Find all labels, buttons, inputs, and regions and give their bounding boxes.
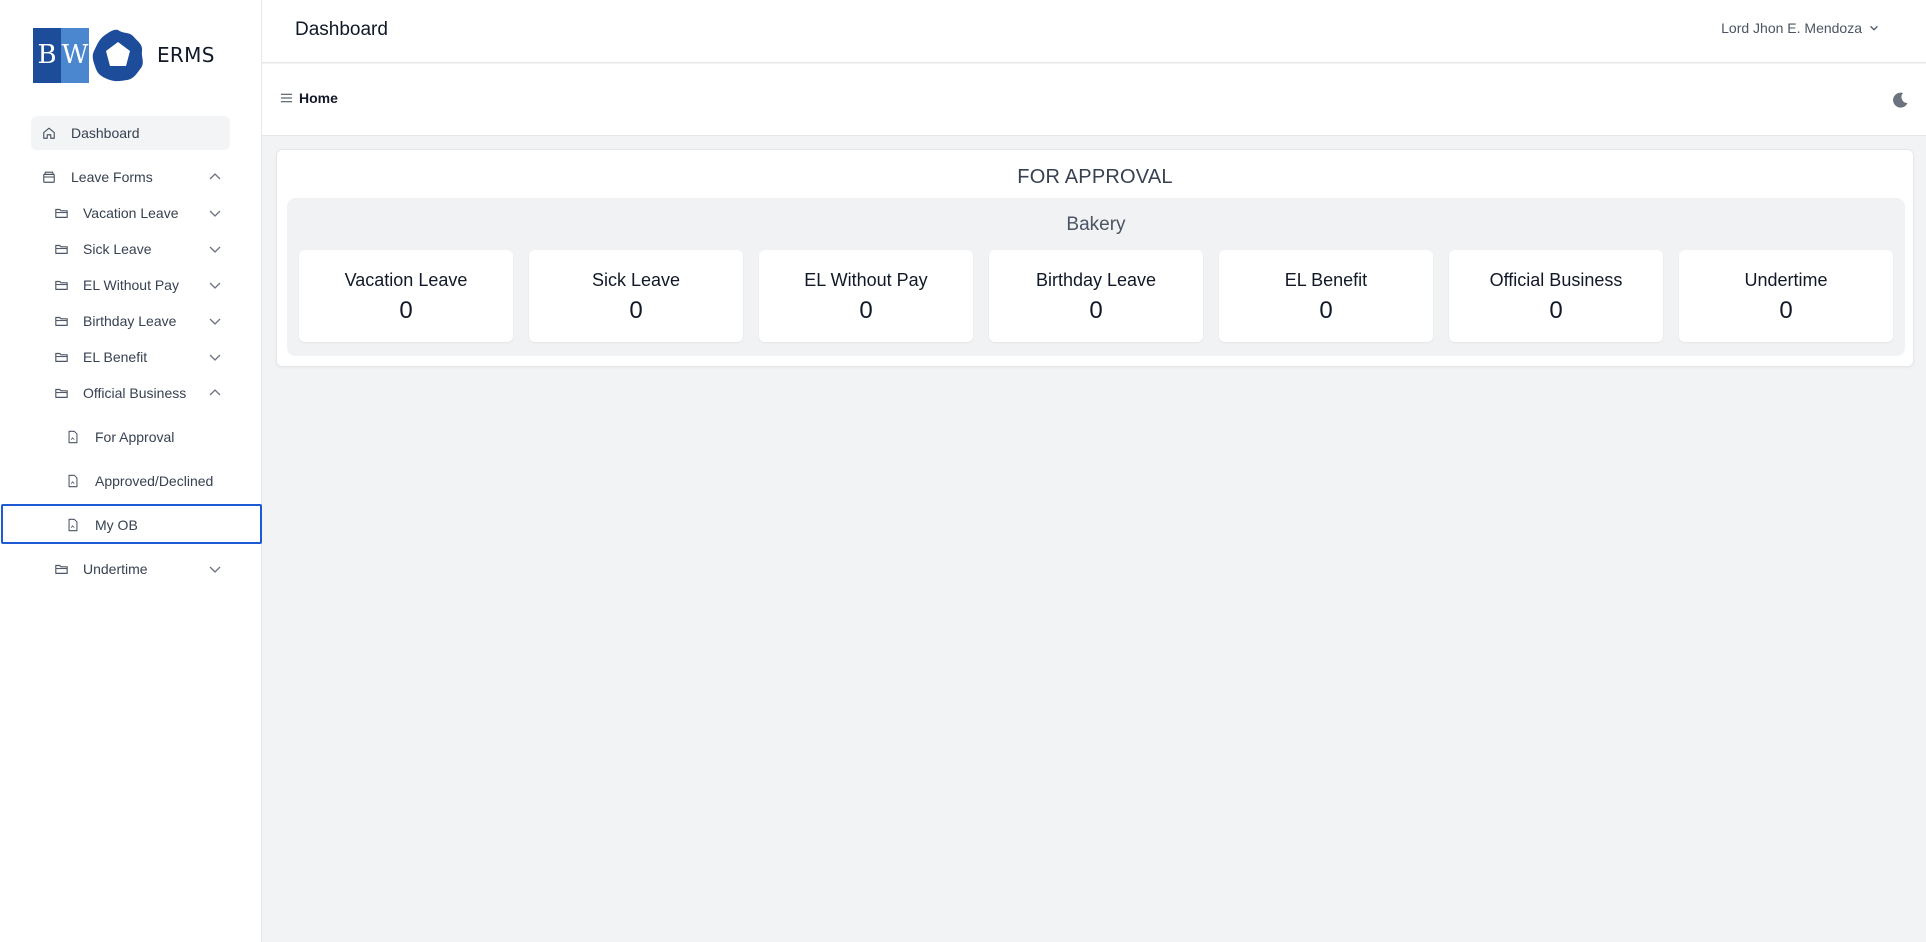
folder-icon <box>53 561 69 577</box>
user-name: Lord Jhon E. Mendoza <box>1721 20 1862 36</box>
count-card-vacation-leave[interactable]: Vacation Leave 0 <box>299 250 513 342</box>
logo-emblem-icon <box>92 29 143 82</box>
sidebar-item-label: Birthday Leave <box>83 313 177 329</box>
section-title: FOR APPROVAL <box>1017 166 1173 188</box>
top-header: Dashboard Lord Jhon E. Mendoza <box>262 0 1926 63</box>
chevron-up-icon <box>209 389 221 396</box>
count-cards: Vacation Leave 0 Sick Leave 0 EL Without… <box>299 250 1893 342</box>
logo-letter-b: B <box>33 27 61 83</box>
breadcrumb-bar: Home <box>262 64 1926 136</box>
card-label: EL Benefit <box>1284 270 1368 290</box>
sidebar-item-vacation-leave[interactable]: Vacation Leave <box>31 196 230 230</box>
card-label: Vacation Leave <box>344 270 468 290</box>
document-icon <box>65 429 81 445</box>
breadcrumb-home[interactable]: Home <box>299 90 338 106</box>
count-card-official-business[interactable]: Official Business 0 <box>1449 250 1663 342</box>
menu-icon[interactable] <box>280 92 293 104</box>
card-label: Sick Leave <box>591 270 681 290</box>
department-group: Bakery Vacation Leave 0 Sick Leave 0 EL … <box>287 198 1905 356</box>
card-label: EL Without Pay <box>804 270 928 290</box>
selection-highlight <box>1 504 262 544</box>
app-name: ERMS <box>157 43 215 67</box>
card-label: Undertime <box>1744 270 1828 290</box>
sidebar-item-label: EL Benefit <box>83 349 148 365</box>
chevron-down-icon <box>209 210 221 217</box>
page-title: Dashboard <box>295 19 388 40</box>
sidebar-item-birthday-leave[interactable]: Birthday Leave <box>31 304 230 338</box>
chevron-down-icon <box>209 318 221 325</box>
card-value: 0 <box>1549 297 1563 324</box>
sidebar-item-leave-forms[interactable]: Leave Forms <box>31 160 230 194</box>
folder-icon <box>53 349 69 365</box>
count-card-el-without-pay[interactable]: EL Without Pay 0 <box>759 250 973 342</box>
brand[interactable]: B W ERMS <box>33 26 215 84</box>
card-value: 0 <box>859 297 873 324</box>
chevron-down-icon <box>209 566 221 573</box>
card-label: Birthday Leave <box>1035 270 1157 290</box>
card-value: 0 <box>1319 297 1333 324</box>
chevron-down-icon <box>1870 25 1878 31</box>
sidebar-item-for-approval[interactable]: For Approval <box>31 420 230 454</box>
sidebar-item-label: Official Business <box>83 385 187 401</box>
sidebar: B W ERMS Dashboard Leave Forms Vacation … <box>0 0 262 942</box>
folder-icon <box>53 241 69 257</box>
sidebar-item-label: Approved/Declined <box>95 473 214 489</box>
count-card-el-benefit[interactable]: EL Benefit 0 <box>1219 250 1433 342</box>
department-name: Bakery <box>1066 214 1126 235</box>
card-value: 0 <box>629 297 643 324</box>
sidebar-item-label: Dashboard <box>71 125 140 141</box>
sidebar-item-dashboard[interactable]: Dashboard <box>31 116 230 150</box>
chevron-down-icon <box>209 354 221 361</box>
chevron-up-icon <box>209 173 221 180</box>
folder-icon <box>53 313 69 329</box>
folder-icon <box>53 385 69 401</box>
folder-icon <box>53 277 69 293</box>
card-value: 0 <box>1089 297 1103 324</box>
chevron-down-icon <box>209 246 221 253</box>
card-value: 0 <box>1779 297 1793 324</box>
sidebar-item-label: Undertime <box>83 561 148 577</box>
card-label: Official Business <box>1489 270 1623 290</box>
sidebar-item-approved-declined[interactable]: Approved/Declined <box>31 464 230 498</box>
sidebar-item-el-without-pay[interactable]: EL Without Pay <box>31 268 230 302</box>
archive-icon <box>41 169 57 185</box>
document-icon <box>65 473 81 489</box>
count-card-sick-leave[interactable]: Sick Leave 0 <box>529 250 743 342</box>
sidebar-item-label: EL Without Pay <box>83 277 179 293</box>
breadcrumb: Home <box>280 90 338 106</box>
logo: B W <box>33 27 89 83</box>
logo-letter-w: W <box>61 27 89 83</box>
sidebar-item-label: Leave Forms <box>71 169 153 185</box>
sidebar-item-label: Sick Leave <box>83 241 152 257</box>
sidebar-item-label: Vacation Leave <box>83 205 179 221</box>
count-card-undertime[interactable]: Undertime 0 <box>1679 250 1893 342</box>
card-value: 0 <box>399 297 413 324</box>
chevron-down-icon <box>209 282 221 289</box>
folder-icon <box>53 205 69 221</box>
sidebar-item-label: For Approval <box>95 429 175 445</box>
for-approval-panel: FOR APPROVAL Bakery Vacation Leave 0 Sic… <box>276 149 1914 367</box>
home-icon <box>41 125 57 141</box>
user-menu[interactable]: Lord Jhon E. Mendoza <box>1721 20 1880 36</box>
count-card-birthday-leave[interactable]: Birthday Leave 0 <box>989 250 1203 342</box>
sidebar-item-undertime[interactable]: Undertime <box>31 552 230 586</box>
sidebar-item-el-benefit[interactable]: EL Benefit <box>31 340 230 374</box>
sidebar-item-sick-leave[interactable]: Sick Leave <box>31 232 230 266</box>
sidebar-item-official-business[interactable]: Official Business <box>31 376 230 410</box>
moon-icon[interactable] <box>1890 90 1910 110</box>
